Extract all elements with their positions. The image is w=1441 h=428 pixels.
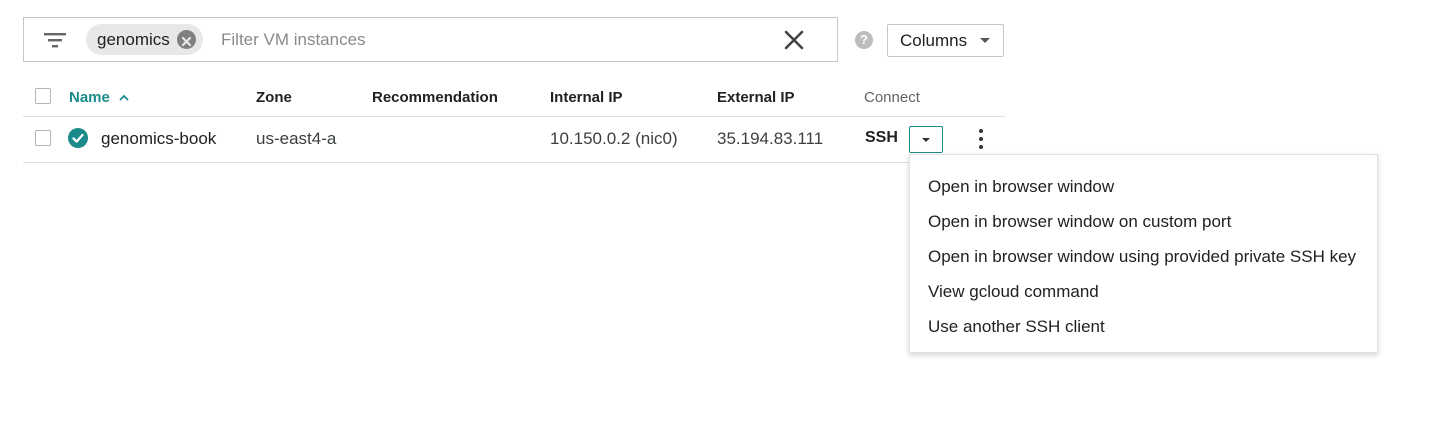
help-icon[interactable]: ? [855,31,873,49]
column-header-name[interactable]: Name [69,88,130,108]
internal-ip-nic: (nic0) [635,129,678,148]
instance-internal-ip: 10.150.0.2 (nic0) [550,128,678,150]
ssh-options-menu: Open in browser window Open in browser w… [909,154,1378,353]
arrow-up-icon [119,94,129,101]
columns-button-label: Columns [900,31,968,50]
columns-button[interactable]: Columns [887,24,1004,57]
chevron-down-icon [980,38,990,43]
filter-bar: genomics [23,17,838,62]
menu-item-open-browser-custom-port[interactable]: Open in browser window on custom port [928,211,1231,233]
menu-item-open-browser-private-key[interactable]: Open in browser window using provided pr… [928,246,1356,268]
header-divider [23,116,1005,117]
filter-icon[interactable] [44,31,66,49]
column-header-internal-ip[interactable]: Internal IP [550,88,623,108]
close-icon[interactable] [782,28,806,52]
internal-ip-value: 10.150.0.2 [550,129,631,148]
select-all-checkbox[interactable] [35,88,51,104]
column-header-zone[interactable]: Zone [256,88,292,108]
menu-item-another-ssh-client[interactable]: Use another SSH client [928,316,1105,338]
instance-external-ip: 35.194.83.111 [717,129,824,148]
filter-chip[interactable]: genomics [86,24,203,55]
column-header-external-ip[interactable]: External IP [717,88,795,108]
menu-item-view-gcloud-command[interactable]: View gcloud command [928,281,1099,303]
filter-input[interactable] [221,26,761,54]
instance-name-link[interactable]: genomics-book [101,128,216,150]
column-header-recommendation[interactable]: Recommendation [372,88,498,108]
more-vert-icon[interactable] [974,129,988,153]
ssh-connect-link[interactable]: SSH [865,129,898,147]
column-header-name-label: Name [69,89,110,106]
close-circle-icon[interactable] [176,30,196,49]
instance-zone: us-east4-a [256,129,337,148]
ssh-options-dropdown[interactable] [909,126,943,153]
column-header-connect: Connect [864,89,920,106]
check-circle-icon [68,128,88,148]
row-checkbox[interactable] [35,130,51,146]
menu-item-open-browser[interactable]: Open in browser window [928,176,1114,198]
chevron-down-icon [922,138,930,142]
row-divider [23,162,1005,163]
filter-chip-label: genomics [97,30,170,49]
